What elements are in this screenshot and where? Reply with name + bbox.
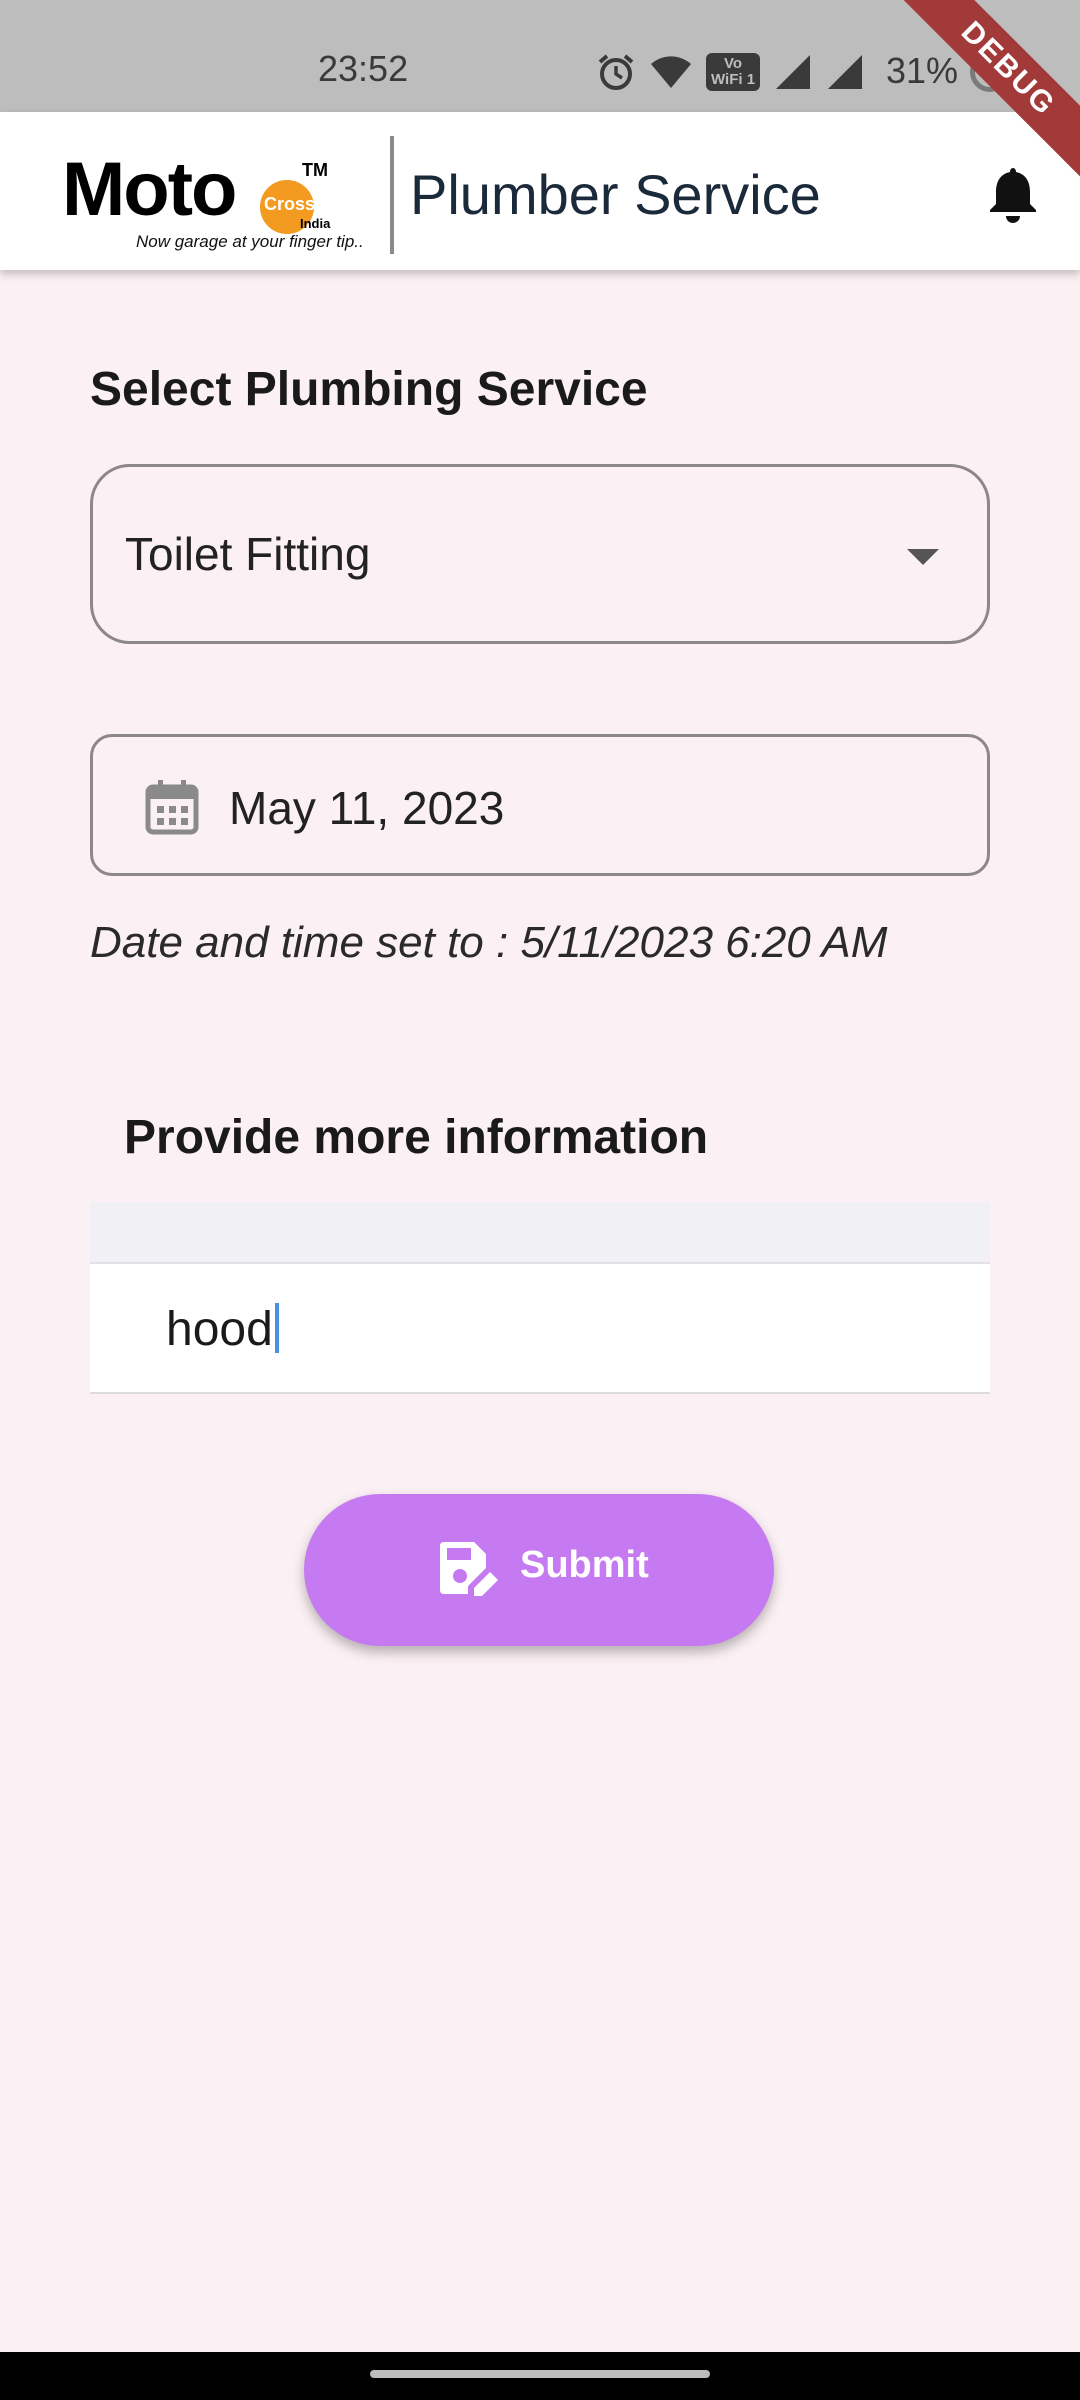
service-dropdown-value: Toilet Fitting [125, 528, 371, 580]
app-bar-divider [390, 136, 394, 254]
submit-button[interactable]: Submit [304, 1494, 774, 1646]
app-logo: Moto Cross TM India Now garage at your f… [62, 147, 378, 252]
calendar-icon [145, 780, 199, 835]
text-caret [274, 1303, 279, 1353]
date-picker-field[interactable]: May 11, 2023 [90, 734, 990, 876]
page-title: Plumber Service [410, 163, 821, 226]
bell-icon[interactable] [986, 164, 1040, 224]
logo-accent: Cross [264, 194, 316, 214]
home-gesture-handle[interactable] [370, 2370, 710, 2378]
editor-toolbar [90, 1202, 990, 1264]
date-value: May 11, 2023 [229, 782, 505, 834]
signal-icon-1 [776, 55, 811, 89]
alarm-icon [598, 54, 634, 90]
logo-trademark: TM [302, 160, 328, 180]
edit-document-icon [440, 1542, 498, 1596]
volte-wifi-badge: Vo WiFi 1 [706, 53, 761, 91]
app-bar: Moto Cross TM India Now garage at your f… [0, 112, 1080, 270]
logo-wordmark: Moto [62, 147, 237, 232]
datetime-note: Date and time set to : 5/11/2023 6:20 AM [90, 918, 888, 967]
battery-percent: 31% [886, 50, 959, 91]
logo-sub: India [300, 216, 331, 231]
info-text-content: hood [166, 1302, 279, 1357]
submit-label: Submit [520, 1544, 649, 1586]
dropdown-arrow-icon [907, 549, 939, 565]
status-time: 23:52 [318, 48, 409, 89]
status-icons: Vo WiFi 1 [596, 50, 864, 94]
service-dropdown[interactable]: Toilet Fitting [90, 464, 990, 644]
logo-tagline: Now garage at your finger tip.. [136, 232, 364, 251]
wifi-icon [651, 56, 691, 88]
info-text-editor[interactable]: hood [90, 1264, 990, 1394]
service-section-title: Select Plumbing Service [90, 363, 648, 416]
status-bar: 23:52 Vo WiFi 1 31% [0, 0, 1080, 112]
info-section-title: Provide more information [124, 1111, 709, 1164]
signal-icon-2 [828, 55, 863, 89]
system-nav-bar [0, 2352, 1080, 2400]
